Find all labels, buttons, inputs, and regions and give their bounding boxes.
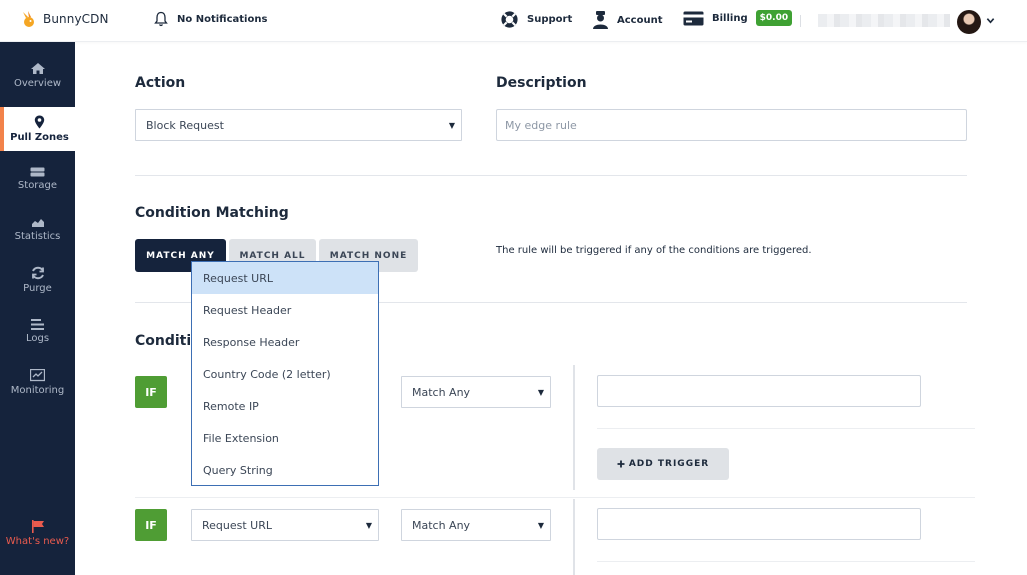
dropdown-option-request-header[interactable]: Request Header — [192, 294, 378, 326]
match-select-value: Match Any — [412, 385, 471, 399]
condition-type-select[interactable]: Request URL ▼ — [191, 509, 379, 541]
condition-matching-title: Condition Matching — [135, 205, 289, 221]
monitor-icon — [30, 369, 45, 382]
sidebar-item-label: Pull Zones — [10, 132, 69, 143]
balance-badge: $0.00 — [755, 10, 793, 26]
trigger-value-input[interactable] — [597, 508, 921, 540]
match-select[interactable]: Match Any ▼ — [401, 376, 551, 408]
sidebar-item-overview[interactable]: Overview — [0, 62, 75, 98]
logs-icon — [31, 319, 44, 330]
notifications[interactable]: No Notifications — [154, 11, 267, 27]
match-hint: The rule will be triggered if any of the… — [496, 245, 812, 256]
condition-divider — [135, 497, 975, 498]
lifebuoy-icon — [501, 11, 518, 28]
billing-link[interactable]: Billing $0.00 — [683, 10, 793, 26]
add-trigger-button[interactable]: ADD TRIGGER — [597, 448, 729, 480]
billing-label: Billing — [712, 12, 748, 24]
top-bar: BunnyCDN No Notifications Support Accoun… — [0, 0, 1027, 42]
sidebar-item-storage[interactable]: Storage — [0, 167, 75, 199]
caret-down-icon: ▼ — [448, 121, 455, 130]
sidebar: Overview Pull Zones Storage Statistics P… — [0, 42, 75, 575]
description-title: Description — [496, 75, 587, 91]
trigger-value-input[interactable] — [597, 375, 921, 407]
action-select[interactable]: Block Request ▼ — [135, 109, 462, 141]
action-title: Action — [135, 75, 186, 91]
if-badge: IF — [135, 376, 167, 408]
action-select-value: Block Request — [146, 118, 224, 132]
dropdown-option-country-code[interactable]: Country Code (2 letter) — [192, 358, 378, 390]
sidebar-item-purge[interactable]: Purge — [0, 266, 75, 298]
match-select-value: Match Any — [412, 518, 471, 532]
sidebar-item-label: Purge — [23, 283, 52, 294]
sidebar-item-label: Monitoring — [10, 385, 65, 396]
brand-logo[interactable]: BunnyCDN — [20, 10, 109, 28]
trigger-divider — [597, 561, 975, 562]
dropdown-option-request-url[interactable]: Request URL — [192, 262, 378, 294]
sidebar-item-pull-zones[interactable]: Pull Zones — [0, 107, 75, 151]
chart-icon — [31, 219, 44, 227]
home-icon — [30, 63, 45, 74]
sidebar-item-monitoring[interactable]: Monitoring — [0, 369, 75, 401]
sidebar-item-label: Statistics — [14, 231, 61, 242]
credit-card-icon — [683, 11, 704, 25]
trigger-separator — [573, 365, 575, 490]
sidebar-item-label: Overview — [13, 78, 62, 89]
if-badge: IF — [135, 509, 167, 541]
account-label: Account — [617, 14, 663, 26]
description-input[interactable]: My edge rule — [496, 109, 967, 141]
account-icon — [593, 11, 608, 29]
notifications-label: No Notifications — [177, 13, 268, 25]
caret-down-icon: ▼ — [537, 388, 544, 397]
support-label: Support — [527, 14, 573, 25]
caret-down-icon: ▼ — [365, 521, 372, 530]
refresh-icon — [31, 266, 44, 280]
dropdown-option-query-string[interactable]: Query String — [192, 454, 378, 486]
trigger-divider — [597, 428, 975, 429]
flag-icon — [31, 520, 44, 533]
bell-icon — [154, 11, 168, 27]
whats-new-link[interactable]: What's new? — [0, 520, 75, 556]
dropdown-option-file-extension[interactable]: File Extension — [192, 422, 378, 454]
chevron-down-icon[interactable] — [986, 16, 995, 25]
match-select[interactable]: Match Any ▼ — [401, 509, 551, 541]
whats-new-label: What's new? — [5, 536, 70, 547]
plus-icon — [617, 460, 625, 468]
user-name-blurred — [818, 14, 950, 27]
bunny-logo-icon — [23, 11, 34, 27]
add-trigger-label: ADD TRIGGER — [628, 459, 710, 469]
brand-name: BunnyCDN — [43, 12, 109, 26]
section-divider — [135, 175, 967, 176]
condition-type-dropdown[interactable]: Request URL Request Header Response Head… — [191, 261, 379, 486]
caret-down-icon: ▼ — [537, 521, 544, 530]
dropdown-option-response-header[interactable]: Response Header — [192, 326, 378, 358]
sidebar-item-label: Logs — [25, 333, 50, 344]
map-pin-icon — [34, 115, 45, 129]
storage-icon — [30, 167, 45, 177]
trigger-separator — [573, 499, 575, 575]
description-placeholder: My edge rule — [505, 118, 577, 132]
dropdown-option-remote-ip[interactable]: Remote IP — [192, 390, 378, 422]
account-link[interactable]: Account — [592, 10, 662, 30]
sidebar-item-statistics[interactable]: Statistics — [0, 217, 75, 249]
avatar[interactable] — [957, 10, 981, 34]
sidebar-item-logs[interactable]: Logs — [0, 319, 75, 349]
support-link[interactable]: Support — [500, 10, 572, 29]
condition-type-value: Request URL — [202, 518, 273, 532]
topbar-divider — [800, 15, 801, 27]
sidebar-item-label: Storage — [17, 180, 58, 191]
